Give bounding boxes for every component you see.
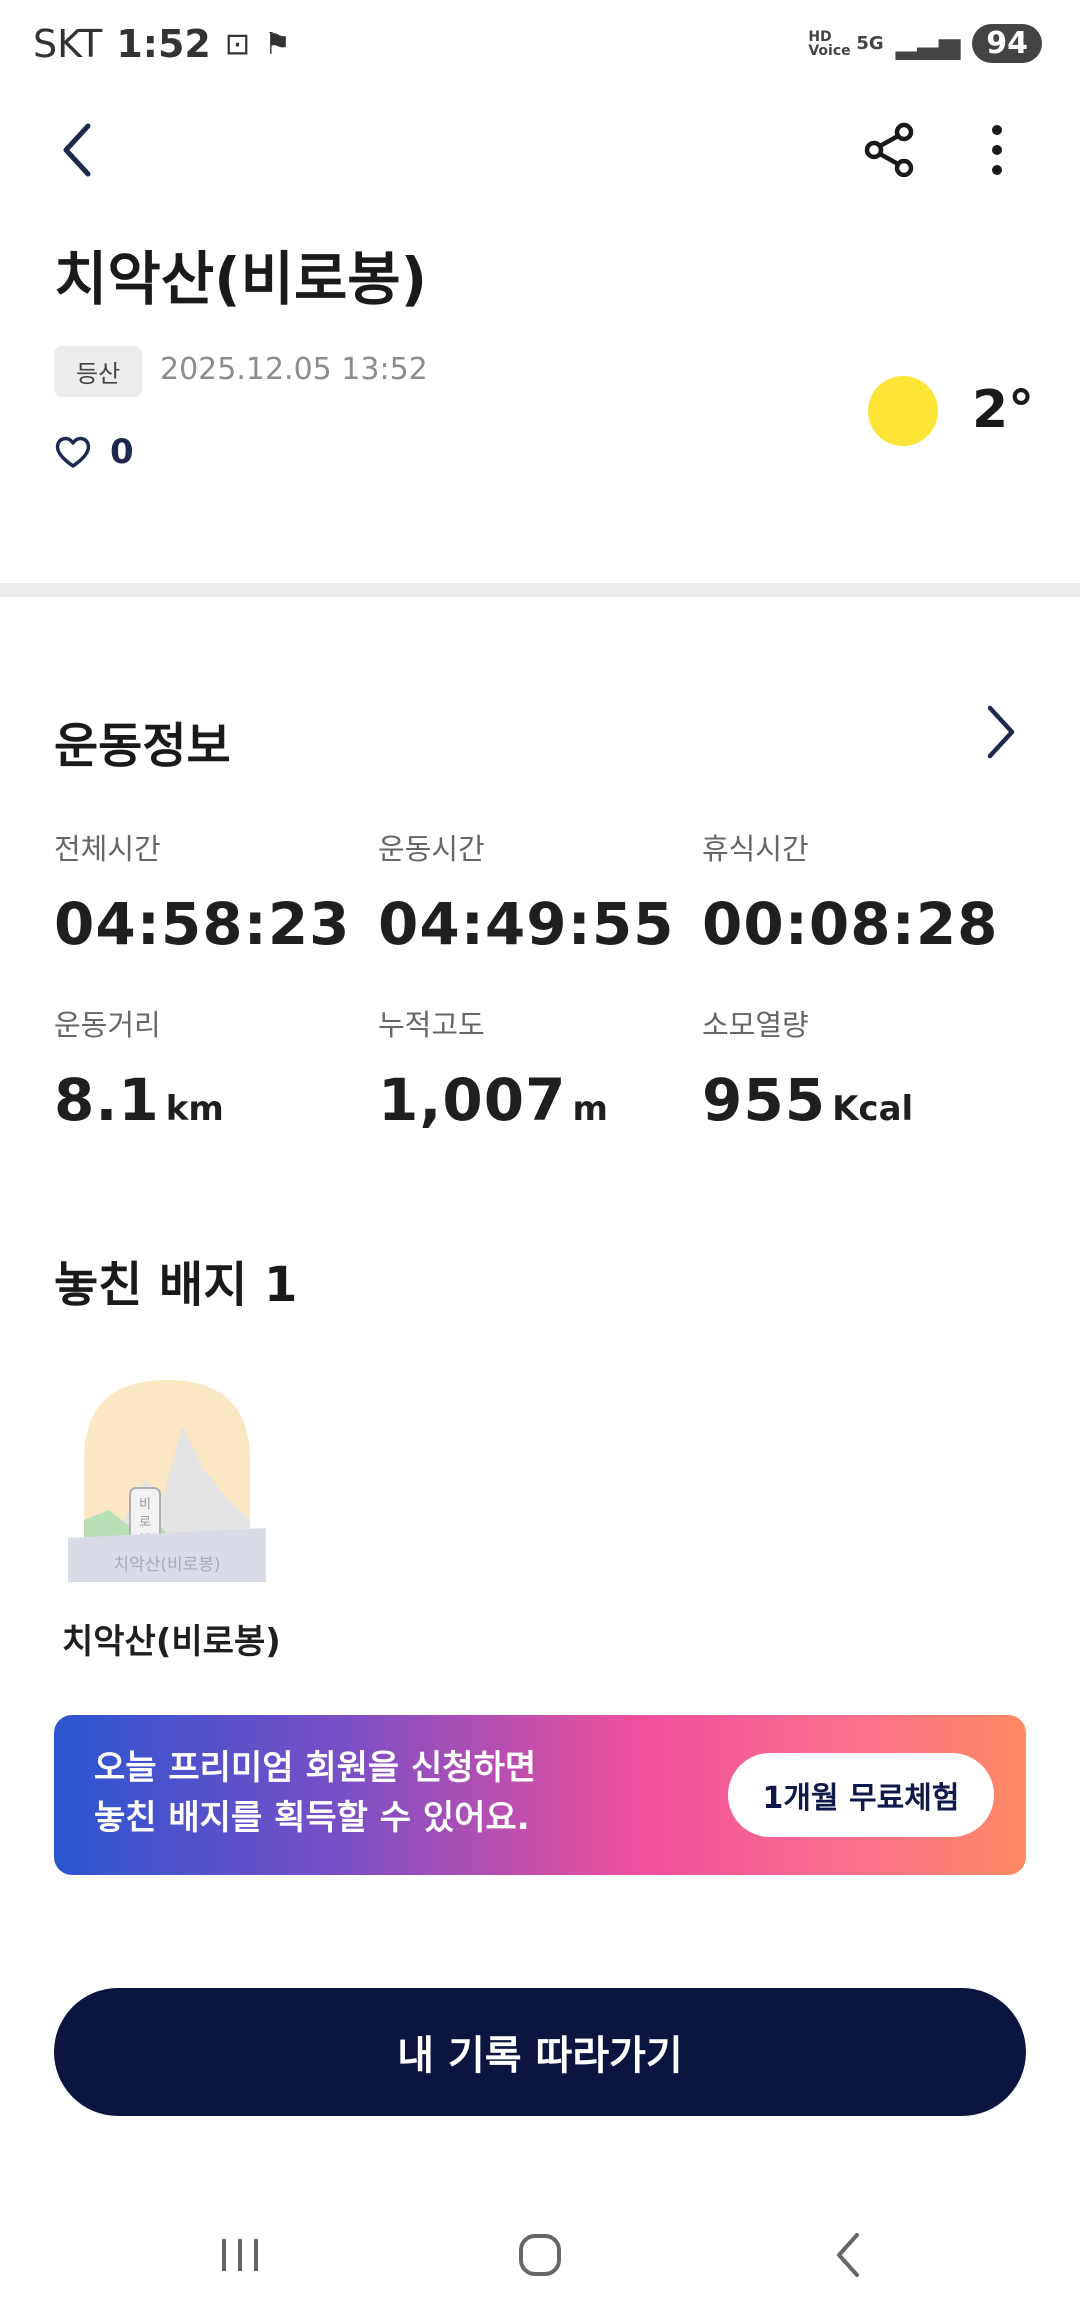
stat-label: 전체시간 [54, 832, 161, 866]
badge-item[interactable]: 비 로 봉 치악산(비로봉) [64, 1370, 270, 1582]
temperature: 2° [972, 380, 1035, 440]
share-button[interactable] [858, 118, 922, 182]
network-5g-icon: 5G [856, 32, 884, 54]
stat-unit: Kcal [832, 1089, 914, 1129]
status-bar-right: HD Voice 5G ▂▃▅ 94 [808, 24, 1042, 63]
promo-line-2: 놓친 배지를 획득할 수 있어요. [94, 1798, 530, 1838]
flag-icon: ⚑ [263, 26, 291, 62]
promo-text: 오늘 프리미엄 회원을 신청하면 놓친 배지를 획득할 수 있어요. [94, 1743, 536, 1843]
follow-my-record-button[interactable]: 내 기록 따라가기 [54, 1988, 1026, 2116]
home-button[interactable] [500, 2225, 580, 2285]
stat-distance: 운동거리 8.1 km [54, 1002, 224, 1134]
like-count: 0 [110, 432, 134, 472]
stat-label: 운동시간 [378, 832, 485, 866]
like-button[interactable]: 0 [54, 432, 134, 472]
stat-label: 휴식시간 [702, 832, 809, 866]
activity-datetime: 2025.12.05 13:52 [160, 352, 428, 387]
exercise-info-title: 운동정보 [54, 718, 231, 774]
system-nav-bar [0, 2210, 1080, 2300]
stat-label: 누적고도 [378, 1008, 485, 1042]
chevron-left-icon [63, 123, 91, 177]
badge-stamp-label: 치악산(비로봉) [113, 1555, 220, 1575]
signal-icon: ▂▃▅ [895, 26, 961, 60]
clock: 1:52 [116, 22, 211, 66]
battery-indicator: 94 [972, 24, 1042, 63]
badge-sign-char: 로 [139, 1515, 151, 1530]
stat-unit: m [572, 1089, 608, 1129]
back-button[interactable] [52, 114, 104, 186]
home-icon [519, 2234, 561, 2276]
hd-voice-icon: HD Voice [808, 28, 851, 59]
stat-label: 소모열량 [702, 1008, 809, 1042]
promo-line-1: 오늘 프리미엄 회원을 신청하면 [94, 1748, 537, 1788]
status-bar-left: SKT 1:52 ⊡ ⚑ [33, 22, 291, 66]
system-back-button[interactable] [808, 2225, 888, 2285]
exercise-info-more-button[interactable] [978, 700, 1024, 764]
chevron-right-icon [987, 705, 1015, 759]
stat-total-time: 전체시간 04:58:23 [54, 826, 351, 958]
carrier: SKT [33, 22, 103, 66]
stat-exercise-time: 운동시간 04:49:55 [378, 826, 675, 958]
premium-promo-banner[interactable]: 오늘 프리미엄 회원을 신청하면 놓친 배지를 획득할 수 있어요. 1개월 무… [54, 1715, 1026, 1875]
stat-calories: 소모열량 955 Kcal [702, 1002, 913, 1134]
stat-rest-time: 휴식시간 00:08:28 [702, 826, 999, 958]
sun-icon [868, 376, 938, 446]
recent-apps-button[interactable] [200, 2230, 280, 2280]
activity-type-tag: 등산 [54, 346, 143, 397]
stat-unit: km [165, 1089, 224, 1129]
recent-apps-icon [222, 2239, 258, 2271]
stat-value: 04:58:23 [54, 890, 351, 958]
more-button[interactable] [970, 118, 1024, 182]
section-divider [0, 583, 1080, 597]
stat-value: 8.1 [54, 1066, 160, 1134]
stat-value: 04:49:55 [378, 890, 675, 958]
back-arrow-icon [837, 2233, 859, 2277]
stat-value: 1,007 [378, 1066, 567, 1134]
badge-sign-char: 비 [139, 1497, 151, 1512]
page-title: 치악산(비로봉) [54, 245, 428, 313]
stat-value: 955 [702, 1066, 827, 1134]
stat-value: 00:08:28 [702, 890, 999, 958]
stat-elevation: 누적고도 1,007 m [378, 1002, 608, 1134]
mountain-badge-icon: 비 로 봉 치악산(비로봉) [68, 1380, 266, 1582]
more-vertical-icon [992, 125, 1002, 175]
free-trial-button[interactable]: 1개월 무료체험 [728, 1753, 994, 1837]
stat-label: 운동거리 [54, 1008, 161, 1042]
missed-badges-title: 놓친 배지 1 [54, 1257, 298, 1313]
heart-icon [55, 436, 91, 468]
badge-name: 치악산(비로봉) [62, 1622, 281, 1662]
screenshot-icon: ⊡ [224, 26, 250, 62]
share-icon [864, 122, 914, 178]
